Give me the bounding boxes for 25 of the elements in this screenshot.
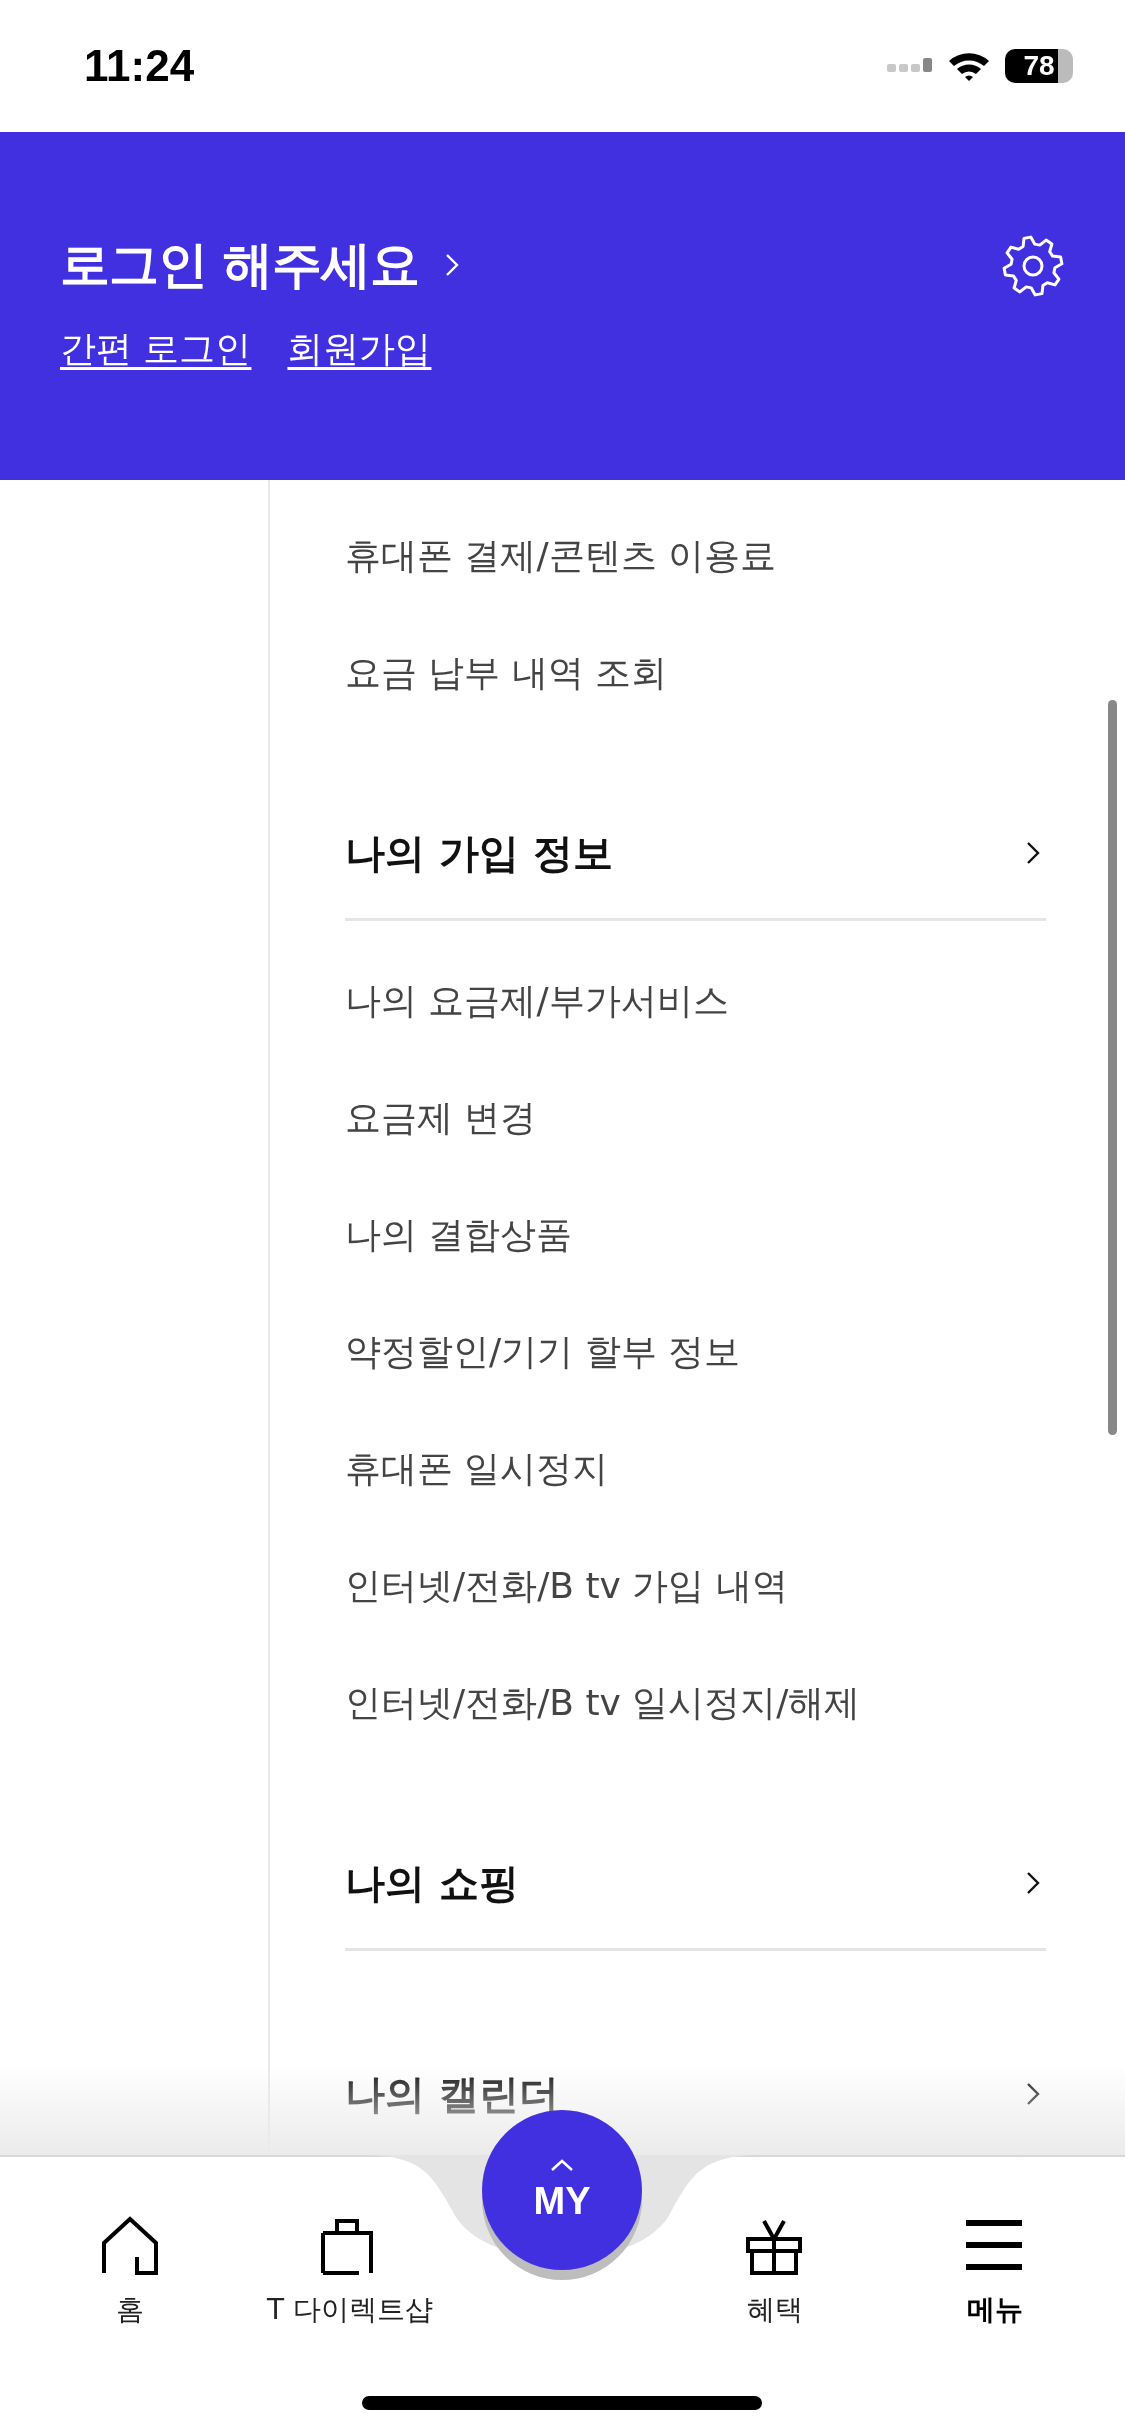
section-header[interactable]: 나의 가입 정보 — [345, 789, 1046, 921]
settings-icon[interactable] — [1001, 233, 1065, 298]
tab-bar-item[interactable]: 메뉴 — [885, 2215, 1105, 2436]
menu-item[interactable]: 약정할인/기기 할부 정보 — [345, 1294, 1046, 1411]
tab-bar-item[interactable]: 홈 — [20, 2215, 240, 2436]
status-time: 11:24 — [84, 41, 195, 91]
menu-item[interactable]: 나의 결합상품 — [345, 1177, 1046, 1294]
section-header[interactable]: 나의 쇼핑 — [345, 1819, 1046, 1951]
menu-item[interactable]: 휴대폰 일시정지 — [345, 1411, 1046, 1528]
caret-up-icon — [550, 2157, 574, 2172]
menu-item[interactable]: 요금 납부 내역 조회 — [345, 615, 1046, 732]
tab-bar-item[interactable]: 혜택 — [665, 2215, 885, 2436]
login-prompt-link[interactable]: 로그인 해주세요 — [60, 232, 462, 299]
header-link[interactable]: 회원가입 — [287, 325, 432, 374]
header-link[interactable]: 간편 로그인 — [60, 325, 252, 374]
wifi-icon — [947, 50, 991, 82]
menu-item[interactable]: 인터넷/전화/B tv 일시정지/해제 — [345, 1645, 1046, 1762]
tab-bar-item[interactable]: T 다이렉트샵 — [240, 2215, 460, 2436]
menu-item[interactable]: 휴대폰 결제/콘텐츠 이용료 — [345, 498, 1046, 615]
scrollbar[interactable] — [1108, 700, 1117, 1435]
menu-item[interactable]: 인터넷/전화/B tv 가입 내역 — [345, 1528, 1046, 1645]
home-icon — [99, 2215, 161, 2277]
menu-item[interactable]: 요금제 변경 — [345, 1060, 1046, 1177]
menu-item[interactable]: 나의 요금제/부가서비스 — [345, 943, 1046, 1060]
battery-icon: 78 — [1005, 49, 1073, 83]
